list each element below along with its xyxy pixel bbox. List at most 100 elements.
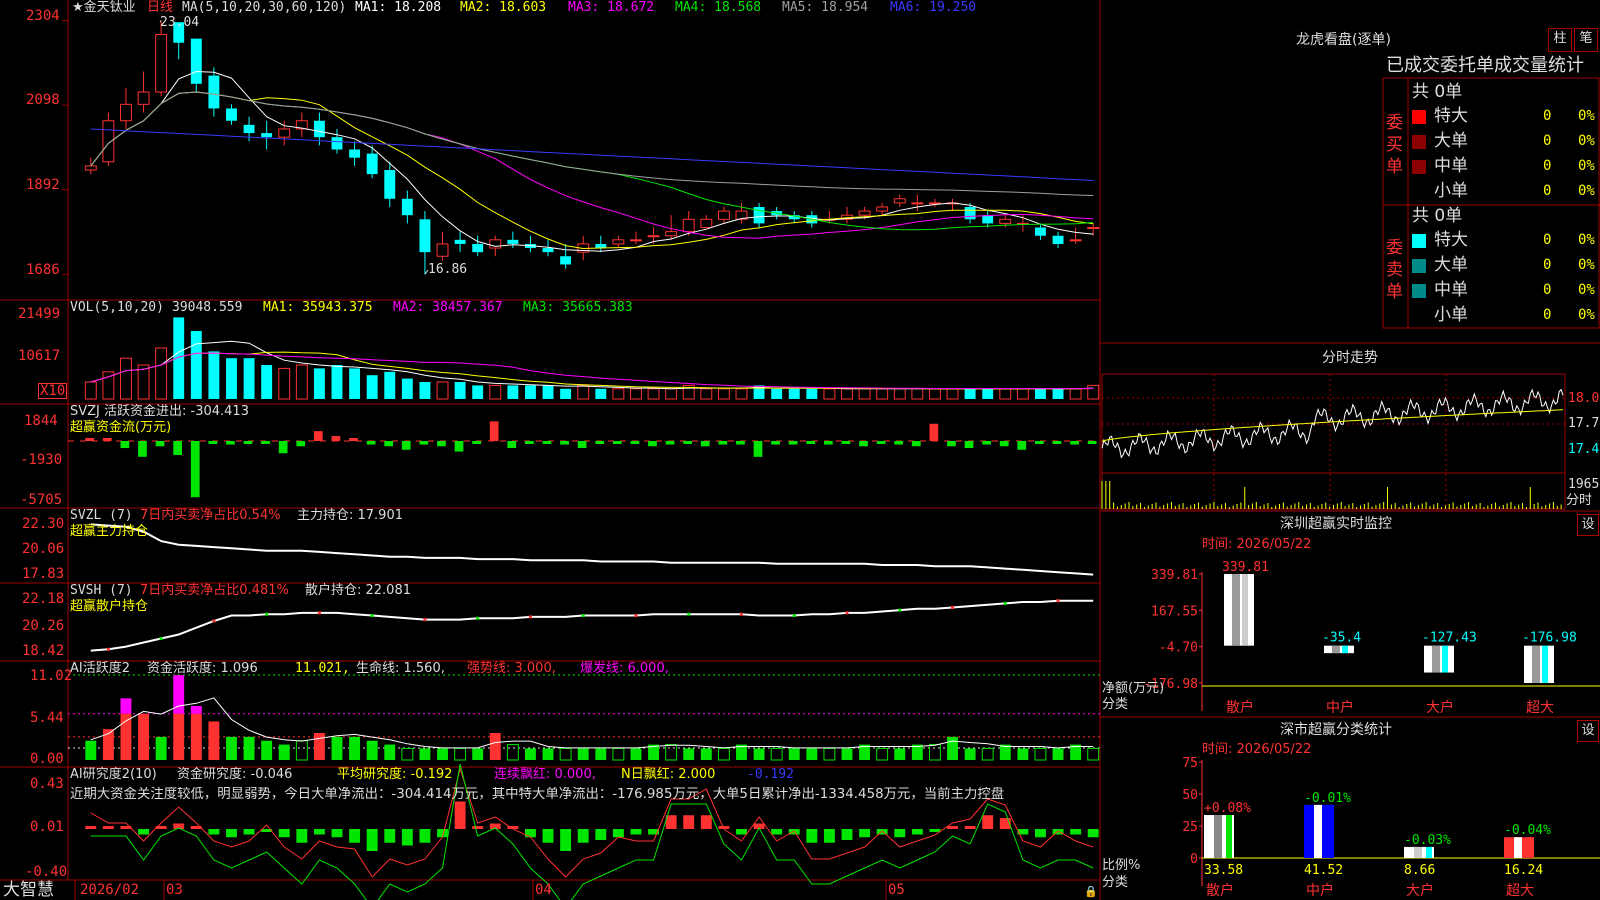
- svzj-bar: [384, 441, 394, 447]
- kline-panel[interactable]: [62, 20, 1100, 275]
- volume-bar-down: [472, 385, 484, 399]
- svzj-bar: [841, 441, 851, 444]
- research-bar: [85, 826, 97, 829]
- longhu-title: 龙虎看盘(逐单): [1296, 32, 1391, 48]
- activity-bar-hollow: [401, 747, 414, 761]
- svzj-bar: [876, 441, 886, 444]
- monitor-category: 大户: [1426, 699, 1454, 716]
- candle-up: [647, 235, 660, 238]
- bar-view-button[interactable]: 柱: [1548, 28, 1572, 52]
- research-bar: [1070, 829, 1082, 835]
- activity-bar-hollow: [612, 747, 625, 761]
- svzj-bar: [173, 441, 182, 456]
- activity-bar: [595, 748, 607, 760]
- class-ytick: 0: [1190, 852, 1198, 867]
- candle-down: [349, 149, 361, 158]
- volume-panel[interactable]: [84, 317, 1100, 400]
- activity-bar-hollow: [928, 744, 941, 761]
- class-category: 散户: [1206, 882, 1234, 899]
- svzl-holding-label: 主力持仓: 17.901: [297, 508, 403, 523]
- stock-name[interactable]: ★金天钛业: [72, 0, 136, 16]
- vol-header: VOL(5,10,20): [70, 300, 164, 315]
- ma30-line: [90, 91, 1094, 231]
- candle-up: [717, 210, 730, 220]
- svzj-panel[interactable]: [68, 421, 1100, 498]
- candle-down: [366, 153, 378, 175]
- svzl-panel[interactable]: [90, 523, 1094, 576]
- volume-bar-down: [507, 385, 519, 399]
- burst-line-label: 爆发线: 6.000,: [580, 661, 669, 676]
- activity-bar: [366, 740, 378, 760]
- svzj-bar: [929, 423, 939, 441]
- tick-view-button[interactable]: 笔: [1574, 28, 1598, 52]
- monitor-bar-1: [1324, 645, 1354, 654]
- class-value-label: 16.24: [1504, 863, 1543, 878]
- volume-bar-up: [946, 388, 959, 400]
- life-line-label: 生命线: 1.560,: [356, 661, 445, 676]
- volume-bar-up: [489, 384, 502, 400]
- sell-row-count: 0: [1543, 282, 1552, 298]
- class-ylabel: 比例%: [1102, 858, 1141, 873]
- svzj-ytick-1: 1844: [24, 413, 58, 429]
- vol-ytick-2: 10617: [18, 348, 61, 364]
- monitor-ylabel: 净额(万元): [1102, 681, 1165, 696]
- buy-row-name: 中单: [1434, 156, 1468, 176]
- vol-value: 39048.559: [172, 300, 243, 315]
- class-change-label: +0.08%: [1204, 801, 1251, 816]
- svzj-bar: [472, 441, 481, 444]
- buy-row-swatch: [1412, 185, 1426, 199]
- intraday-title[interactable]: 分时走势: [1322, 350, 1378, 366]
- activity-value-label: 资金活跃度: 1.096: [147, 661, 258, 676]
- volume-bar-up: [876, 388, 889, 400]
- period-label[interactable]: 日线: [147, 0, 173, 16]
- sell-row-pct: 0%: [1578, 232, 1595, 248]
- activity-panel[interactable]: [68, 674, 1100, 761]
- candle-up: [999, 218, 1012, 224]
- research-bar: [736, 829, 747, 835]
- buy-row-pct: 0%: [1578, 108, 1595, 124]
- svzj-bar: [261, 441, 270, 444]
- volume-bar-down: [243, 358, 255, 399]
- monitor-value-label: -127.43: [1422, 631, 1477, 646]
- brand-logo[interactable]: 大智慧: [3, 880, 54, 900]
- research-bar: [947, 826, 958, 829]
- activity-bar: [437, 748, 448, 760]
- candle-down: [261, 133, 273, 138]
- buy-row-name: 大单: [1434, 131, 1468, 151]
- activity-bar: [788, 748, 800, 760]
- research-red-line: [90, 767, 1094, 878]
- svzj-bar: [313, 431, 323, 441]
- monitor-bar-edge: [1442, 645, 1448, 673]
- research-bar: [472, 826, 484, 829]
- svzj-bar: [542, 441, 552, 444]
- class-settings-button[interactable]: 设: [1577, 720, 1599, 742]
- research-bar: [560, 829, 572, 851]
- research-bar: [243, 829, 255, 835]
- volume-bar-down: [419, 382, 431, 399]
- buy-row-count: 0: [1543, 183, 1552, 199]
- sell-row-count: 0: [1543, 307, 1552, 323]
- lock-icon[interactable]: 🔒: [1084, 884, 1098, 900]
- class-bar-edge: [1326, 804, 1332, 858]
- monitor-title: 深圳超赢实时监控: [1280, 516, 1392, 532]
- activity-bar-hollow: [506, 744, 519, 761]
- volume-bar-up: [841, 388, 853, 400]
- volume-bar-down: [261, 365, 273, 399]
- shenzhen-class-chart: 75 50 25 0 +0.08% 33.58 散户 -0.01% 41.52 中户 -0.03% 8…: [1182, 756, 1600, 899]
- vol-ma5-line: [90, 340, 1094, 390]
- svsh-subtitle: 超赢散户持仓: [70, 599, 149, 614]
- activity-bar-hollow: [454, 747, 467, 761]
- research-bar: [806, 829, 818, 843]
- candle-up: [84, 165, 97, 171]
- svsh-panel[interactable]: [90, 599, 1094, 652]
- svzj-bar: [595, 441, 605, 444]
- intraday-avg-line: [1101, 409, 1564, 442]
- sell-row-pct: 0%: [1578, 257, 1595, 273]
- intraday-chart[interactable]: [1101, 373, 1566, 510]
- activity-line: [90, 697, 1094, 749]
- activity-bar-hollow: [717, 747, 730, 761]
- activity-ytick-3: 0.00: [30, 751, 64, 767]
- svsh-ytick-1: 22.18: [22, 591, 65, 607]
- svzj-bar: [190, 441, 200, 498]
- monitor-settings-button[interactable]: 设: [1577, 514, 1599, 536]
